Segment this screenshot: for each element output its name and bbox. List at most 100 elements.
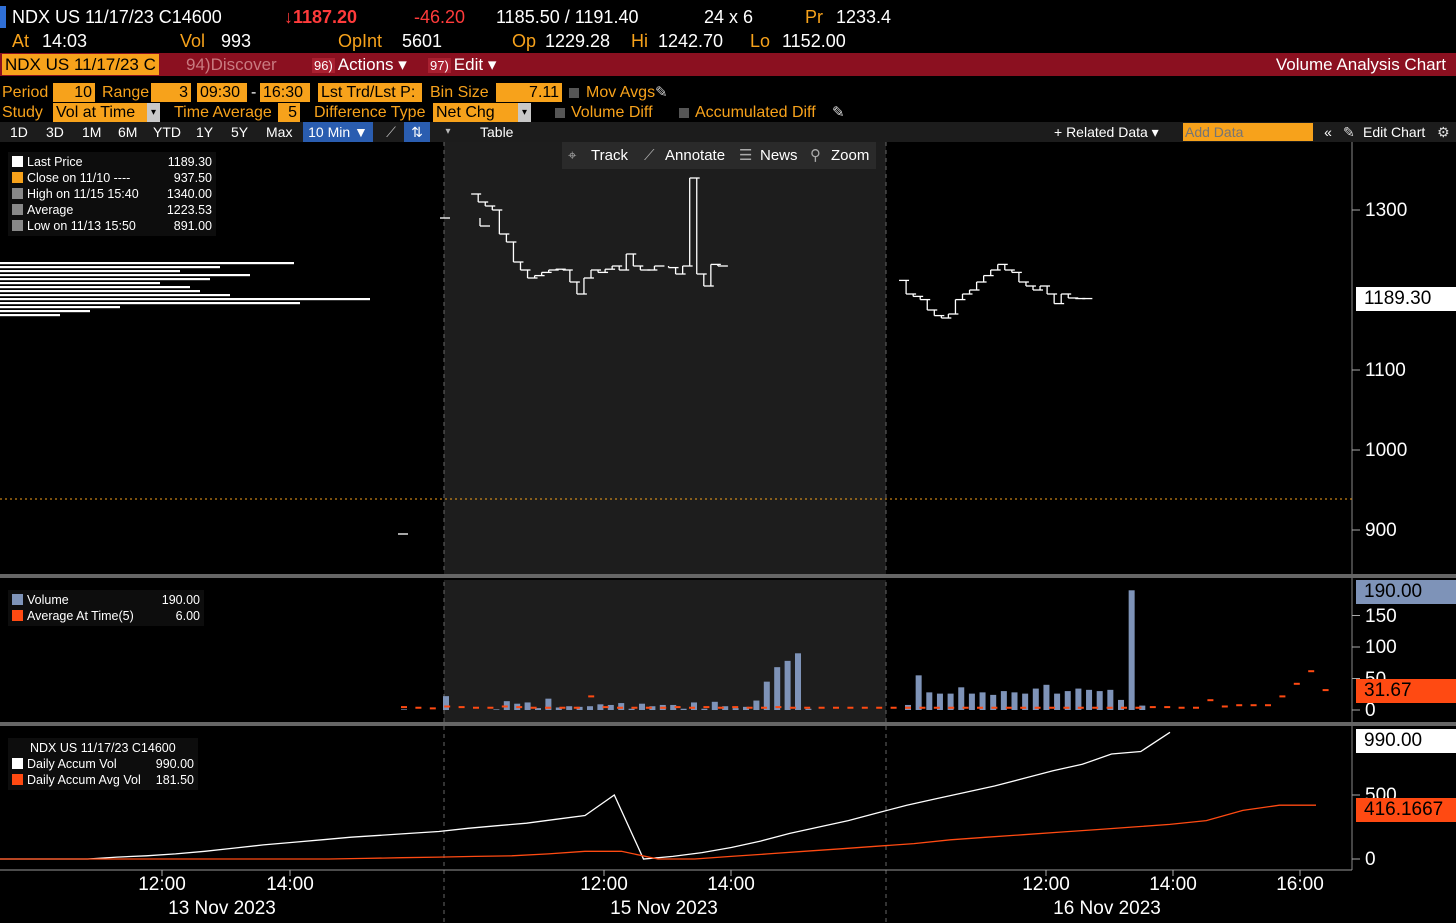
price-legend-label: Average — [12, 202, 73, 218]
last-price-tag: 1189.30 — [1356, 287, 1456, 311]
difference-type-arrow-icon[interactable]: ▾ — [518, 103, 531, 122]
avg-volume-mark — [933, 706, 940, 709]
last-price: ↓1187.20 — [284, 7, 358, 27]
pane-splitter-1[interactable] — [0, 574, 1456, 578]
volume-bar — [607, 704, 614, 710]
pane-splitter-2[interactable] — [0, 722, 1456, 726]
avg-volume-mark — [674, 706, 681, 709]
volume-bar — [639, 703, 645, 710]
table-button[interactable]: Table — [480, 122, 513, 142]
volume-bar — [732, 708, 739, 710]
edit-menu[interactable]: 97) Edit ▾ — [428, 54, 496, 75]
news-button[interactable]: News — [760, 142, 798, 169]
avg-volume-mark — [761, 706, 767, 709]
end-time-field[interactable]: 16:30 — [260, 83, 310, 102]
discover-menu[interactable]: 94)Discover — [186, 54, 277, 75]
volume-legend-value: 190.00 — [161, 593, 200, 607]
track-button[interactable]: Track — [591, 142, 628, 169]
pr-label: Pr — [805, 7, 823, 27]
quote-header-row2: At 14:03 Vol 993 OpInt 5601 Op 1229.28 H… — [0, 30, 1456, 52]
price-legend-value: 891.00 — [173, 219, 212, 233]
add-data-input[interactable] — [1183, 123, 1313, 141]
bin-size-field[interactable]: 7.11 — [496, 83, 562, 102]
avg-volume-tag: 31.67 — [1356, 679, 1456, 703]
histogram-bar — [0, 274, 250, 277]
chart-type-dropdown-icon[interactable]: ▾ — [440, 122, 456, 142]
related-data-button[interactable]: + Related Data ▾ — [1054, 122, 1159, 142]
range-button-1d[interactable]: 1D — [10, 122, 28, 142]
avg-volume-mark — [861, 706, 868, 709]
avg-volume-mark — [631, 706, 638, 709]
pencil-icon[interactable]: ✎ — [655, 83, 668, 102]
range-button-1m[interactable]: 1M — [82, 122, 101, 142]
histogram-bar — [0, 294, 230, 297]
actions-label: Actions ▾ — [337, 55, 407, 74]
volume-bar — [915, 675, 922, 710]
avg-volume-mark — [588, 695, 595, 698]
price-legend-label: Close on 11/10 ---- — [12, 170, 130, 186]
price-legend-row: Low on 11/13 15:50 891.00 — [12, 218, 212, 234]
volume-bar — [443, 696, 449, 710]
accum-legend-row: Daily Accum Vol 990.00 — [12, 756, 194, 772]
ticker-label[interactable]: NDX US 11/17/23 C14600 — [12, 6, 222, 28]
range-button-3d[interactable]: 3D — [46, 122, 64, 142]
ticker-field[interactable]: NDX US 11/17/23 C — [2, 54, 159, 75]
bar-chart-icon[interactable]: ⇅ — [404, 122, 430, 142]
annotate-icon: ⟋ — [644, 147, 655, 164]
avg-volume-mark — [876, 706, 883, 709]
last-trade-field[interactable]: Lst Trd/Lst P: — [318, 83, 422, 102]
edit-chart-button[interactable]: Edit Chart — [1363, 122, 1425, 142]
difference-type-dropdown[interactable]: Net Chg — [433, 103, 518, 122]
volume-bar — [795, 653, 801, 710]
avg-volume-mark — [775, 706, 782, 709]
zoom-button[interactable]: Zoom — [831, 142, 869, 169]
gear-icon[interactable]: ⚙ — [1437, 122, 1450, 142]
high-label: Hi — [631, 31, 648, 51]
chart-canvas[interactable] — [0, 142, 1456, 923]
avg-volume-mark — [1049, 706, 1055, 709]
x-date-label: 13 Nov 2023 — [168, 898, 276, 919]
start-time-field[interactable]: 09:30 — [197, 83, 247, 102]
avg-volume-mark — [1121, 706, 1127, 709]
range-button-1y[interactable]: 1Y — [196, 122, 213, 142]
study-dropdown[interactable]: Vol at Time — [53, 103, 147, 122]
avg-volume-mark — [545, 706, 551, 709]
period-field[interactable]: 10 — [53, 83, 95, 102]
edit-chart-pencil-icon[interactable]: ✎ — [1343, 122, 1355, 142]
interval-dropdown[interactable]: 10 Min ▼ — [303, 122, 373, 142]
edit-pencil-icon[interactable]: ✎ — [832, 103, 845, 122]
study-dropdown-arrow-icon[interactable]: ▾ — [147, 103, 160, 122]
high-value: 1242.70 — [658, 31, 724, 51]
price-axis-label: 1300 — [1365, 200, 1408, 221]
range-button-ytd[interactable]: YTD — [153, 122, 181, 142]
line-chart-icon[interactable]: ⟋ — [380, 122, 402, 142]
price-legend-value: 937.50 — [173, 171, 212, 185]
actions-menu[interactable]: 96) Actions ▾ — [312, 54, 407, 75]
time-average-field[interactable]: 5 — [278, 103, 300, 122]
avg-volume-mark — [890, 706, 897, 709]
range-button-max[interactable]: Max — [266, 122, 292, 142]
histogram-bar — [0, 302, 300, 305]
range-button-5y[interactable]: 5Y — [231, 122, 248, 142]
price-legend-value: 1340.00 — [166, 187, 212, 201]
avg-volume-mark — [1279, 695, 1286, 698]
annotate-button[interactable]: Annotate — [665, 142, 725, 169]
accum-avg-line — [0, 804, 1316, 860]
low-value: 1152.00 — [782, 31, 846, 51]
volume-diff-checkbox[interactable] — [555, 108, 565, 118]
histogram-bar — [0, 278, 210, 281]
avg-volume-mark — [617, 706, 623, 709]
open-label: Op — [512, 31, 537, 51]
histogram-bar — [0, 266, 220, 269]
net-change: -46.20 — [414, 7, 466, 27]
avg-volume-mark — [573, 706, 580, 709]
range-button-6m[interactable]: 6M — [118, 122, 137, 142]
security-marker — [0, 6, 6, 28]
range-field[interactable]: 3 — [151, 83, 191, 102]
collapse-icon[interactable]: « — [1320, 122, 1336, 142]
avg-volume-mark — [1092, 706, 1099, 709]
accumulated-diff-checkbox[interactable] — [679, 108, 689, 118]
mov-avgs-checkbox[interactable] — [569, 88, 579, 98]
opint-label: OpInt — [338, 31, 383, 51]
chart-toolbar: 1D 3D 1M 6M YTD 1Y 5Y Max 10 Min ▼ ⟋ ⇅ ▾ Table … — [0, 122, 1456, 142]
